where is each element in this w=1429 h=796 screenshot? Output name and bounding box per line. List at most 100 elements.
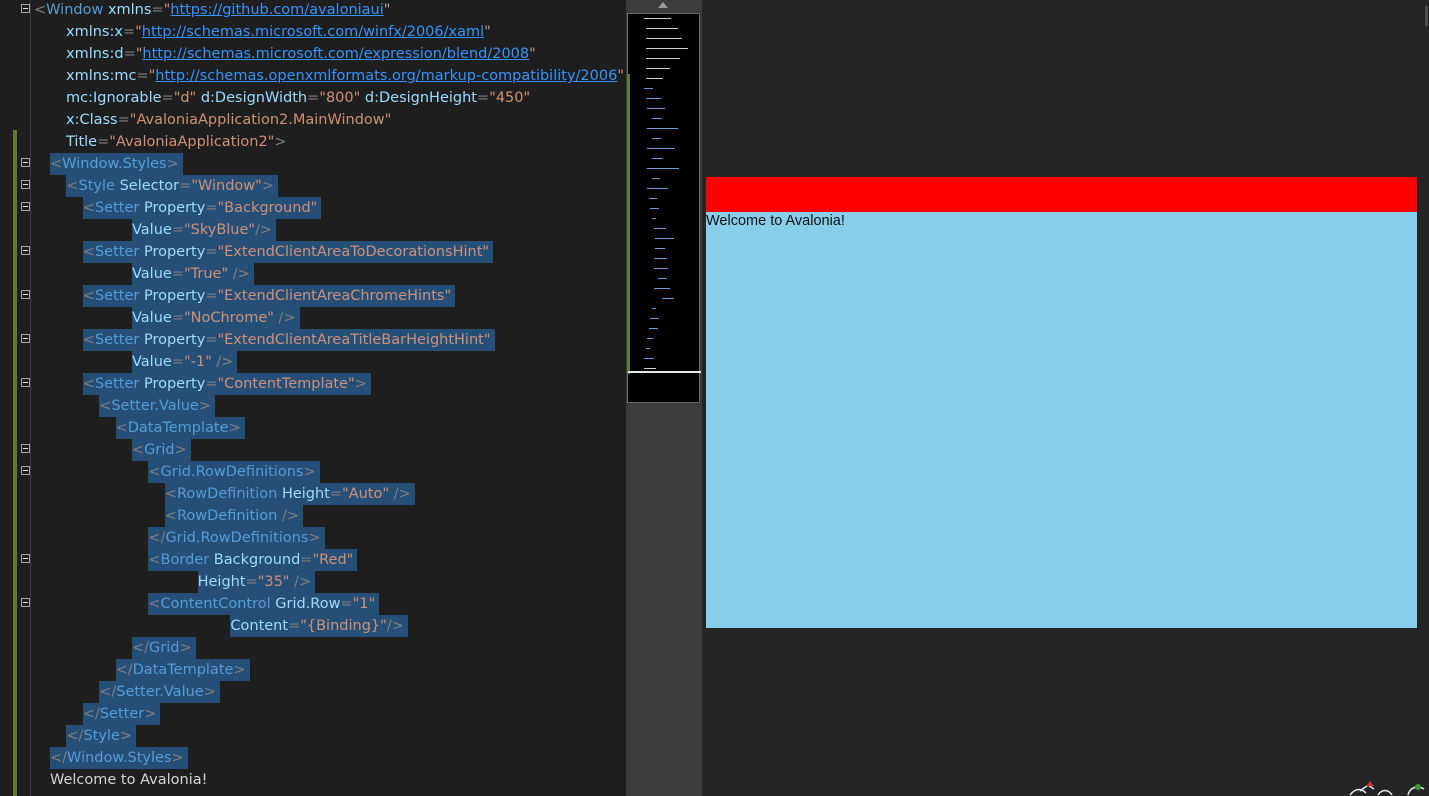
code-token: < <box>82 244 95 260</box>
code-line[interactable]: <Grid.RowDefinitions> <box>0 461 626 483</box>
code-token: Grid.RowDefinitions <box>165 530 309 546</box>
code-token: </ <box>99 684 117 700</box>
code-token: DataTemplate <box>132 662 234 678</box>
code-line[interactable]: <Setter Property="ExtendClientAreaChrome… <box>0 285 626 307</box>
red-title-band <box>706 177 1417 212</box>
code-token: " <box>617 68 624 84</box>
code-token: </ <box>115 662 133 678</box>
minimap-line <box>645 28 678 29</box>
collapse-icon[interactable] <box>21 378 30 387</box>
collapse-icon[interactable] <box>21 158 30 167</box>
design-preview-pane[interactable]: Welcome to Avalonia! <box>702 0 1429 796</box>
code-line[interactable]: <Setter Property="ExtendClientAreaTitleB… <box>0 329 626 351</box>
collapse-icon[interactable] <box>21 290 30 299</box>
minimap-line <box>644 368 656 369</box>
code-text: </Grid.RowDefinitions> <box>148 527 325 549</box>
collapse-icon[interactable] <box>21 444 30 453</box>
code-line[interactable]: <Setter Property="ContentTemplate"> <box>0 373 626 395</box>
code-token: = <box>205 332 218 348</box>
code-line[interactable]: xmlns:d= "http://schemas.microsoft.com/ex… <box>0 43 626 65</box>
minimap-line <box>645 48 688 49</box>
code-line[interactable]: <Window.Styles> <box>0 153 626 175</box>
code-line[interactable]: </Grid> <box>0 637 626 659</box>
code-token: > <box>119 728 133 744</box>
code-line[interactable]: Value="True" /> <box>0 263 626 285</box>
code-line[interactable]: </Grid.RowDefinitions> <box>0 527 626 549</box>
code-token: "{Binding}" <box>300 618 387 634</box>
code-line[interactable]: <ContentControl Grid.Row="1" <box>0 593 626 615</box>
xaml-code-editor[interactable]: <Window xmlns="https://github.com/avalon… <box>0 0 626 796</box>
code-line[interactable]: <Style Selector="Window"> <box>0 175 626 197</box>
code-line[interactable]: Content="{Binding}"/> <box>0 615 626 637</box>
minimap-viewport[interactable] <box>627 13 701 403</box>
minimap-line <box>648 198 658 199</box>
collapse-icon[interactable] <box>21 202 30 211</box>
minimap-scrollbar[interactable] <box>626 0 702 796</box>
code-line[interactable]: <DataTemplate> <box>0 417 626 439</box>
code-token: xmlns:mc <box>66 68 137 84</box>
minimap-line <box>645 68 671 69</box>
code-text: Height="35" /> <box>197 571 316 593</box>
code-line[interactable]: <Setter.Value> <box>0 395 626 417</box>
code-token: Setter <box>94 200 144 216</box>
code-line[interactable]: <Border Background="Red" <box>0 549 626 571</box>
collapse-icon[interactable] <box>21 466 30 475</box>
code-line[interactable]: <Setter Property="ExtendClientAreaToDeco… <box>0 241 626 263</box>
code-line[interactable]: </Style> <box>0 725 626 747</box>
code-token: = <box>151 2 164 18</box>
code-line[interactable]: Value="SkyBlue"/> <box>0 219 626 241</box>
minimap-line <box>645 98 661 99</box>
code-text: </Setter> <box>82 703 161 725</box>
pane-scroll-marker[interactable] <box>1425 6 1428 26</box>
code-token: Grid.RowDefinitions <box>160 464 304 480</box>
code-token: ContentControl <box>160 596 276 612</box>
code-line[interactable]: Value="-1" /> <box>0 351 626 373</box>
code-line[interactable]: <RowDefinition /> <box>0 505 626 527</box>
code-line[interactable]: Title="AvaloniaApplication2"> <box>0 131 626 153</box>
code-line[interactable]: <RowDefinition Height="Auto" /> <box>0 483 626 505</box>
code-line[interactable]: Height="35" /> <box>0 571 626 593</box>
code-text: <ContentControl Grid.Row="1" <box>148 593 380 615</box>
collapse-icon[interactable] <box>21 598 30 607</box>
collapse-icon[interactable] <box>21 334 30 343</box>
code-token: = <box>288 618 301 634</box>
collapse-icon[interactable] <box>21 246 30 255</box>
minimap-line <box>647 338 653 339</box>
code-token: = <box>123 46 136 62</box>
code-line[interactable]: </Setter.Value> <box>0 681 626 703</box>
minimap-line <box>658 278 667 279</box>
code-line[interactable]: xmlns:x="http://schemas.microsoft.com/wi… <box>0 21 626 43</box>
code-token: = <box>117 112 130 128</box>
minimap-line <box>647 148 675 149</box>
collapse-icon[interactable] <box>21 4 30 13</box>
code-line[interactable]: x:Class="AvaloniaApplication2.MainWindow… <box>0 109 626 131</box>
code-line[interactable]: <Grid> <box>0 439 626 461</box>
code-line[interactable]: </Setter> <box>0 703 626 725</box>
code-token[interactable]: https://github.com/avaloniaui <box>170 2 384 18</box>
minimap-line <box>661 298 675 299</box>
code-token: > <box>179 640 192 656</box>
code-token: " <box>484 24 491 40</box>
code-token[interactable]: http://schemas.microsoft.com/expression/… <box>142 46 529 62</box>
code-token: = <box>171 354 184 370</box>
scroll-up-arrow-icon[interactable] <box>658 2 668 8</box>
code-token: Value <box>132 266 172 282</box>
collapse-icon[interactable] <box>21 554 30 563</box>
code-token: xmlns:d <box>66 46 124 62</box>
code-line[interactable]: <Window xmlns= "https://github.com/avalon… <box>0 0 626 21</box>
code-line[interactable]: </Window.Styles> <box>0 747 626 769</box>
code-token: = <box>179 178 192 194</box>
code-text: Value="-1" /> <box>132 351 238 373</box>
code-line[interactable]: Value="NoChrome" /> <box>0 307 626 329</box>
code-token[interactable]: http://schemas.microsoft.com/winfx/2006/… <box>142 24 484 40</box>
minimap-line <box>652 158 664 159</box>
minimap-change-bar <box>627 74 630 374</box>
collapse-icon[interactable] <box>21 180 30 189</box>
code-line[interactable]: Welcome to Avalonia! <box>0 769 626 791</box>
code-token[interactable]: http://schemas.openxmlformats.org/markup… <box>155 68 617 84</box>
code-line[interactable]: <Setter Property="Background" <box>0 197 626 219</box>
code-token: /> <box>232 266 250 282</box>
code-line[interactable]: xmlns:mc= "http://schemas.openxmlformats.… <box>0 65 626 87</box>
code-line[interactable]: </DataTemplate> <box>0 659 626 681</box>
code-line[interactable]: mc:Ignorable="d" d:DesignWidth="800" d:D… <box>0 87 626 109</box>
